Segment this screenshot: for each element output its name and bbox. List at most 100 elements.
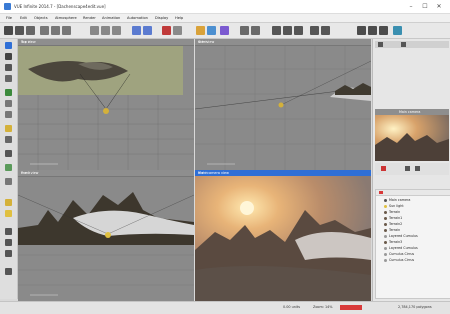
front-view-canvas [18, 192, 194, 296]
lock-icon[interactable] [378, 42, 383, 47]
menu-bar: File Edit Objects Atmosphere Render Anim… [0, 14, 450, 23]
four-views-icon[interactable] [368, 26, 377, 35]
zoom-out-icon[interactable] [283, 26, 292, 35]
object-toolbar [0, 39, 18, 299]
undo-icon[interactable] [132, 26, 141, 35]
minimize-button[interactable]: – [404, 2, 418, 11]
scene-item-label: Layered Cumulus [389, 246, 418, 250]
material-icon[interactable] [220, 26, 229, 35]
pin-icon[interactable] [401, 42, 406, 47]
camera-icon[interactable] [251, 26, 260, 35]
group-icon[interactable] [90, 26, 99, 35]
brush-icon[interactable] [5, 250, 12, 257]
plane-icon[interactable] [5, 53, 12, 60]
water-icon[interactable] [5, 42, 12, 49]
zoom-readout: Zoom: 14% [313, 305, 333, 309]
menu-render[interactable]: Render [83, 16, 96, 20]
refresh-icon[interactable] [405, 166, 410, 171]
menu-file[interactable]: File [6, 16, 12, 20]
timeline-icon[interactable] [240, 26, 249, 35]
viewport-main-camera[interactable]: Main camera view ⊕ ▾ ✕ [195, 170, 371, 301]
scene-item-label: Terrain2 [389, 222, 403, 226]
camera-preview [375, 115, 449, 161]
terrain-icon[interactable] [5, 75, 12, 82]
single-view-icon[interactable] [357, 26, 366, 35]
scene-item-label: Cumulus Cirrus [389, 252, 415, 256]
cut-icon[interactable] [40, 26, 49, 35]
top-view-camera-marker [103, 108, 109, 114]
plant-icon[interactable] [5, 89, 12, 96]
menu-edit[interactable]: Edit [20, 16, 27, 20]
scene-item[interactable]: Terrain2 [384, 222, 402, 226]
light-icon[interactable] [5, 125, 12, 132]
ungroup-icon[interactable] [101, 26, 110, 35]
scene-item-label: Layered Cumulus [389, 234, 418, 238]
camera-object-icon[interactable] [5, 136, 12, 143]
scene-item[interactable]: Cumulus Cirrus [384, 258, 414, 262]
scene-item[interactable]: Sun light [384, 204, 404, 208]
ecosystem-icon[interactable] [5, 164, 12, 171]
menu-display[interactable]: Display [155, 16, 168, 20]
import-icon[interactable] [5, 228, 12, 235]
open-icon[interactable] [15, 26, 24, 35]
sky-icon[interactable] [207, 26, 216, 35]
scene-item[interactable]: Cumulus Cirrus [384, 252, 414, 256]
text-icon[interactable] [5, 178, 12, 185]
paste-icon[interactable] [62, 26, 71, 35]
maximize-button[interactable]: ☐ [418, 2, 432, 11]
redo-icon[interactable] [143, 26, 152, 35]
scene-item[interactable]: Terrain3 [384, 240, 402, 244]
main-camera-fog [295, 231, 371, 260]
menu-animation[interactable]: Animation [102, 16, 120, 20]
sphere-icon[interactable] [5, 100, 12, 107]
settings-icon[interactable] [5, 268, 12, 275]
status-indicator [340, 305, 362, 310]
menu-help[interactable]: Help [175, 16, 183, 20]
align-icon[interactable] [112, 26, 121, 35]
menu-automation[interactable]: Automation [127, 16, 148, 20]
menu-atmosphere[interactable]: Atmosphere [55, 16, 77, 20]
preview-controls [375, 163, 449, 175]
app-icon [4, 3, 11, 10]
world-browser-icon[interactable] [393, 26, 402, 35]
scene-item[interactable]: Terrain [384, 228, 400, 232]
copy-icon[interactable] [51, 26, 60, 35]
render-icon[interactable] [162, 26, 171, 35]
scene-item[interactable]: Terrain [384, 210, 400, 214]
rock-icon[interactable] [5, 64, 12, 71]
polygon-count: 2,784,170 polygons [398, 305, 432, 309]
scene-item[interactable]: Layered Cumulus [384, 246, 418, 250]
viewport-top[interactable]: Top view ⊕ ▾ ✕ [18, 39, 194, 170]
close-button[interactable]: ✕ [432, 2, 446, 11]
cube-icon[interactable] [5, 111, 12, 118]
save-icon[interactable] [26, 26, 35, 35]
front-view-camera-marker [105, 232, 111, 238]
viewport-side[interactable]: Side view ⊕ ▾ ✕ [195, 39, 371, 170]
main-toolbar [0, 23, 450, 39]
render-options-icon[interactable] [173, 26, 182, 35]
rotate-icon[interactable] [321, 26, 330, 35]
cloud-icon[interactable] [5, 150, 12, 157]
zoom-extents-icon[interactable] [294, 26, 303, 35]
title-bar: VUE Infinite 2014.7 - [Dachenscape4edit.… [0, 0, 450, 14]
menu-objects[interactable]: Objects [34, 16, 48, 20]
new-icon[interactable] [4, 26, 13, 35]
layout-icon[interactable] [379, 26, 388, 35]
scene-item-label: Terrain1 [389, 216, 403, 220]
atmosphere-editor-icon[interactable] [196, 26, 205, 35]
expand-icon[interactable] [415, 166, 420, 171]
scene-item-label: Terrain [389, 228, 401, 232]
status-bar: 0.00 units Zoom: 14% 2,784,170 polygons [0, 301, 450, 314]
library-icon[interactable] [5, 239, 12, 246]
objects-tab-icon[interactable] [379, 191, 383, 194]
scene-item[interactable]: Layered Cumulus [384, 234, 418, 238]
side-view-terrain [335, 83, 371, 95]
viewport-front[interactable]: Front view ⊕ ▾ ✕ [18, 170, 194, 301]
scene-item[interactable]: Terrain1 [384, 216, 402, 220]
pan-icon[interactable] [310, 26, 319, 35]
scene-item[interactable]: Main camera [384, 198, 410, 202]
point-light-icon[interactable] [5, 210, 12, 217]
render-preview-icon[interactable] [381, 166, 386, 171]
spotlight-icon[interactable] [5, 199, 12, 206]
zoom-in-icon[interactable] [272, 26, 281, 35]
